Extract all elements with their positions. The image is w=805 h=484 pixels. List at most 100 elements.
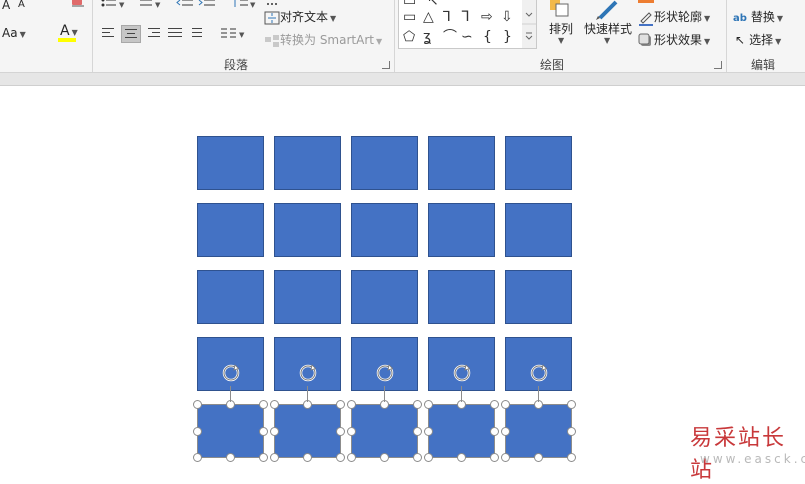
rectangle-shape[interactable]: [197, 203, 264, 257]
resize-handle[interactable]: [193, 453, 202, 462]
resize-handle[interactable]: [270, 453, 279, 462]
shape-rectangle-icon[interactable]: ▭: [403, 0, 416, 8]
shape-triangle-icon[interactable]: △: [423, 10, 434, 24]
resize-handle[interactable]: [567, 427, 576, 436]
resize-handle[interactable]: [347, 400, 356, 409]
rectangle-shape[interactable]: [351, 270, 418, 324]
rotate-icon[interactable]: [374, 362, 396, 384]
shape-elbow-connector-icon[interactable]: ⅂: [443, 10, 451, 24]
rotate-icon[interactable]: [451, 362, 473, 384]
numbering-icon[interactable]: ▼: [134, 0, 162, 9]
shapes-gallery[interactable]: ▭ ↖ ▭ △ ⅂ ᒣ ⇨ ⇩ ⬠ ʓ ⌒ ∽ { }: [398, 0, 524, 49]
increase-indent-icon[interactable]: [198, 0, 216, 7]
shape-freeform-icon[interactable]: ʓ: [423, 30, 431, 44]
shape-right-brace-icon[interactable]: }: [503, 30, 512, 44]
resize-handle[interactable]: [490, 453, 499, 462]
resize-handle[interactable]: [424, 453, 433, 462]
resize-handle[interactable]: [534, 453, 543, 462]
columns-icon[interactable]: ▼: [220, 26, 246, 40]
resize-handle[interactable]: [347, 427, 356, 436]
resize-handle[interactable]: [259, 400, 268, 409]
select-button[interactable]: ↖ 选择 ▼: [735, 31, 781, 49]
rectangle-shape[interactable]: [274, 203, 341, 257]
align-right-button[interactable]: [144, 25, 162, 41]
bullets-icon[interactable]: ▼: [100, 0, 126, 9]
rectangle-shape[interactable]: [351, 203, 418, 257]
shape-right-arrow-icon[interactable]: ⇨: [481, 10, 493, 24]
rotate-icon[interactable]: [528, 362, 550, 384]
resize-handle[interactable]: [413, 427, 422, 436]
align-left-button[interactable]: [100, 25, 118, 41]
rotate-icon[interactable]: [297, 362, 319, 384]
gallery-scrollbar[interactable]: [522, 0, 537, 49]
shape-pentagon-icon[interactable]: ⬠: [403, 30, 415, 44]
resize-handle[interactable]: [501, 453, 510, 462]
rectangle-shape[interactable]: [351, 136, 418, 190]
resize-handle[interactable]: [193, 400, 202, 409]
text-direction-icon[interactable]: [266, 0, 278, 5]
rotate-icon[interactable]: [220, 362, 242, 384]
resize-handle[interactable]: [226, 453, 235, 462]
drawing-launcher-icon[interactable]: [714, 61, 722, 69]
rectangle-shape[interactable]: [505, 203, 572, 257]
resize-handle[interactable]: [567, 453, 576, 462]
shrink-font-button[interactable]: A: [18, 0, 25, 14]
resize-handle[interactable]: [193, 427, 202, 436]
resize-handle[interactable]: [413, 453, 422, 462]
quick-styles-button[interactable]: 快速样式 ▼: [582, 0, 634, 48]
rectangle-shape[interactable]: [428, 136, 495, 190]
align-text-button[interactable]: 对齐文本 ▼: [264, 8, 336, 26]
convert-smartart-button[interactable]: 转换为 SmartArt ▼: [264, 31, 382, 49]
change-case-button[interactable]: Aa ▼: [2, 24, 26, 42]
resize-handle[interactable]: [457, 453, 466, 462]
shape-arc-icon[interactable]: ⌒: [443, 30, 457, 44]
resize-handle[interactable]: [567, 400, 576, 409]
rectangle-shape[interactable]: [505, 270, 572, 324]
line-spacing-icon[interactable]: ▼: [232, 0, 256, 9]
rotation-handle-line: [384, 386, 385, 402]
grow-font-button[interactable]: A: [2, 0, 10, 14]
resize-handle[interactable]: [270, 400, 279, 409]
distributed-button[interactable]: [188, 25, 206, 41]
rectangle-shape[interactable]: [428, 203, 495, 257]
shape-line-icon[interactable]: ↖: [427, 0, 439, 8]
rectangle-shape[interactable]: [505, 136, 572, 190]
rectangle-shape[interactable]: [274, 270, 341, 324]
resize-handle[interactable]: [424, 427, 433, 436]
resize-handle[interactable]: [413, 400, 422, 409]
slide-canvas[interactable]: [0, 86, 805, 476]
smartart-icon: [265, 34, 279, 47]
arrange-button[interactable]: 排列 ▼: [546, 0, 576, 48]
resize-handle[interactable]: [347, 453, 356, 462]
resize-handle[interactable]: [336, 400, 345, 409]
resize-handle[interactable]: [336, 427, 345, 436]
resize-handle[interactable]: [501, 427, 510, 436]
justify-button[interactable]: [166, 25, 184, 41]
shape-elbow-arrow-icon[interactable]: ᒣ: [461, 10, 470, 24]
shape-curve-icon[interactable]: ∽: [461, 30, 473, 44]
resize-handle[interactable]: [259, 427, 268, 436]
replace-button[interactable]: ab 替换 ▼: [733, 8, 783, 26]
resize-handle[interactable]: [490, 400, 499, 409]
shape-outline-button[interactable]: 形状轮廓 ▼: [638, 8, 710, 26]
shape-down-arrow-icon[interactable]: ⇩: [501, 10, 513, 24]
rectangle-shape[interactable]: [197, 136, 264, 190]
shape-effects-button[interactable]: 形状效果 ▼: [638, 31, 710, 49]
rectangle-shape[interactable]: [428, 270, 495, 324]
shape-left-brace-icon[interactable]: {: [483, 30, 492, 44]
resize-handle[interactable]: [259, 453, 268, 462]
resize-handle[interactable]: [424, 400, 433, 409]
resize-handle[interactable]: [501, 400, 510, 409]
rectangle-shape[interactable]: [274, 136, 341, 190]
decrease-indent-icon[interactable]: [176, 0, 194, 7]
resize-handle[interactable]: [380, 453, 389, 462]
align-center-button[interactable]: [121, 25, 141, 43]
paragraph-launcher-icon[interactable]: [382, 61, 390, 69]
resize-handle[interactable]: [336, 453, 345, 462]
resize-handle[interactable]: [303, 453, 312, 462]
resize-handle[interactable]: [270, 427, 279, 436]
resize-handle[interactable]: [490, 427, 499, 436]
shape-rectangle-icon[interactable]: ▭: [403, 10, 416, 24]
clear-format-icon[interactable]: [70, 0, 86, 7]
rectangle-shape[interactable]: [197, 270, 264, 324]
